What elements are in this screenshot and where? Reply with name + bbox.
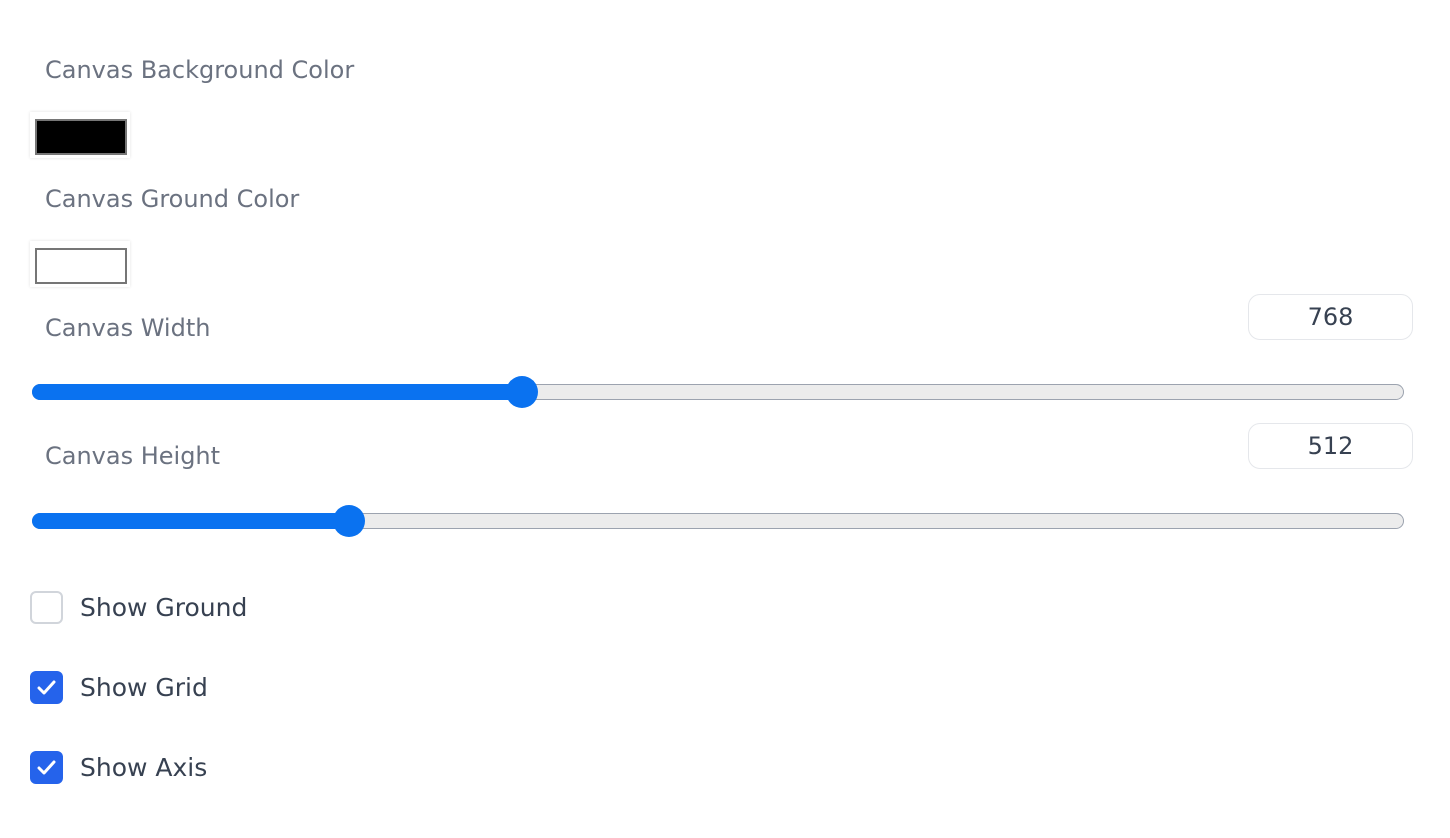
show-grid-checkbox[interactable] <box>30 671 63 704</box>
background-color-picker[interactable] <box>30 112 130 158</box>
ground-color-picker[interactable] <box>30 241 130 287</box>
canvas-width-input[interactable]: 768 <box>1248 294 1413 340</box>
slider-fill <box>32 513 349 529</box>
show-grid-label: Show Grid <box>80 673 208 702</box>
slider-thumb[interactable] <box>332 505 365 537</box>
canvas-height-slider[interactable] <box>32 505 1404 537</box>
canvas-height-label: Canvas Height <box>45 442 221 470</box>
show-axis-checkbox[interactable] <box>30 751 63 784</box>
background-color-label: Canvas Background Color <box>45 56 355 84</box>
background-color-swatch <box>35 119 127 155</box>
canvas-width-slider[interactable] <box>32 376 1404 408</box>
checkmark-icon <box>37 680 56 695</box>
ground-color-swatch <box>35 248 127 284</box>
canvas-width-label: Canvas Width <box>45 314 211 342</box>
show-ground-label: Show Ground <box>80 593 248 622</box>
slider-fill <box>32 384 522 400</box>
show-ground-checkbox[interactable] <box>30 591 63 624</box>
ground-color-label: Canvas Ground Color <box>45 185 300 213</box>
checkmark-icon <box>37 760 56 775</box>
show-axis-label: Show Axis <box>80 753 208 782</box>
canvas-height-input[interactable]: 512 <box>1248 423 1413 469</box>
slider-thumb[interactable] <box>505 376 538 408</box>
